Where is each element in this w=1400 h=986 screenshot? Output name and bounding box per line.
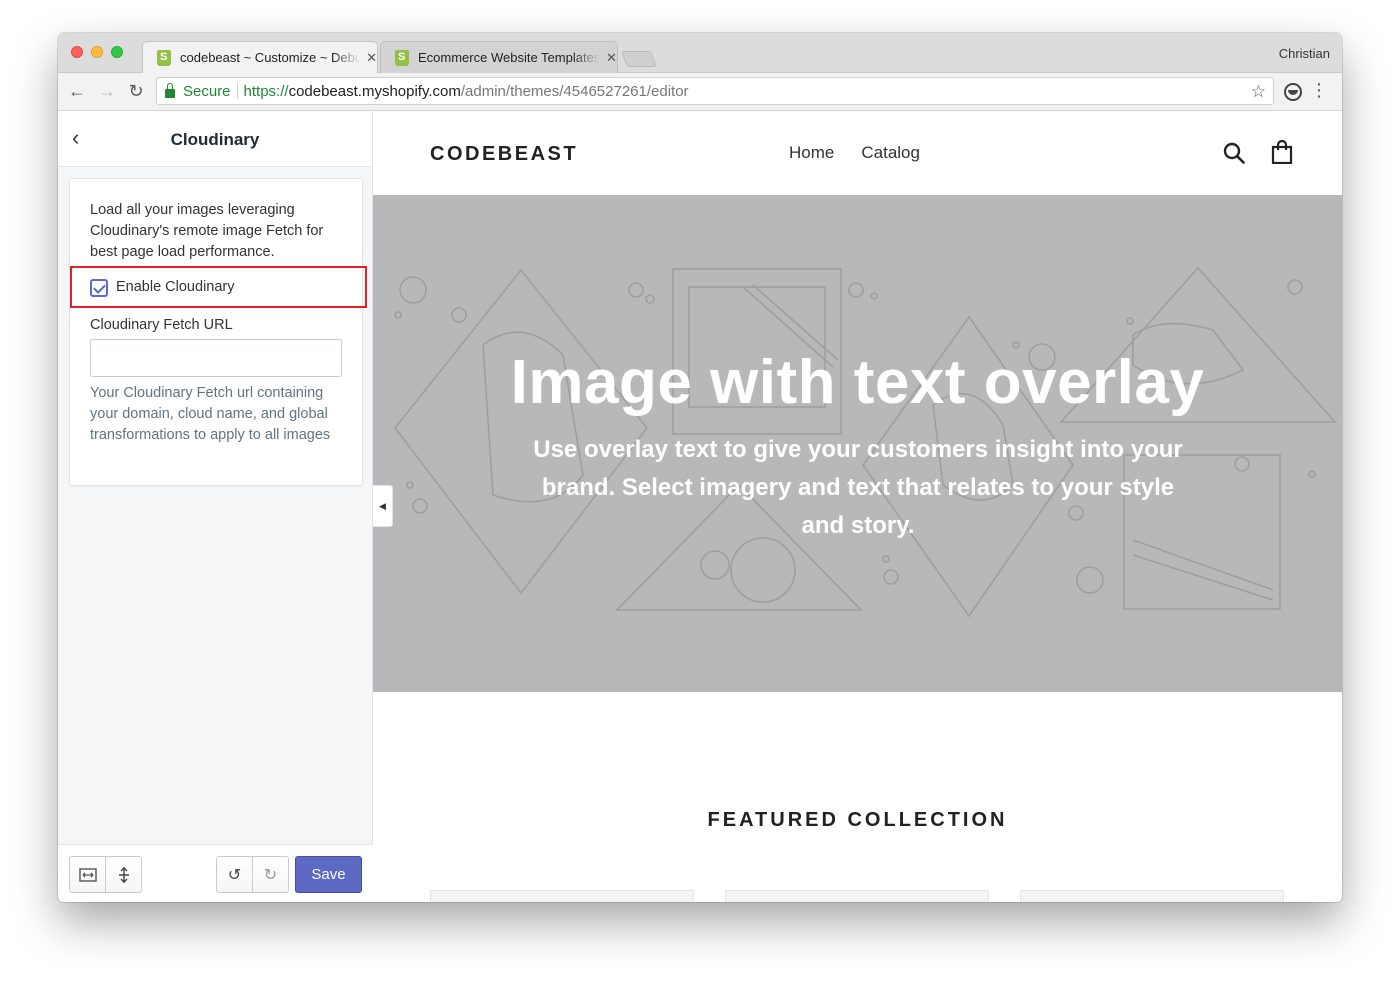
tab-close-icon[interactable]: ✕ bbox=[366, 50, 377, 66]
fetch-url-input[interactable] bbox=[90, 339, 342, 377]
store-logo[interactable]: CODEBEAST bbox=[430, 143, 578, 166]
enable-cloudinary-label[interactable]: Enable Cloudinary bbox=[116, 279, 235, 295]
shopping-bag-icon[interactable] bbox=[1271, 140, 1293, 164]
collapse-sidebar-icon[interactable]: ◀ bbox=[373, 485, 393, 527]
store-preview: CODEBEAST Home Catalog Image with text o… bbox=[373, 111, 1342, 902]
theme-editor-sidebar: ‹ Cloudinary Load all your images levera… bbox=[58, 111, 373, 902]
product-card[interactable] bbox=[1020, 890, 1284, 902]
divider bbox=[236, 83, 238, 99]
redo-icon[interactable]: ↻ bbox=[252, 856, 289, 893]
hero-subtitle: Use overlay text to give your customers … bbox=[533, 436, 1183, 539]
nav-item-catalog[interactable]: Catalog bbox=[861, 143, 920, 163]
fetch-url-help-text: Your Cloudinary Fetch url containing you… bbox=[90, 385, 331, 443]
product-card[interactable] bbox=[430, 890, 694, 902]
tab-customize[interactable]: codebeast ~ Customize ~ Debut ✕ bbox=[142, 41, 378, 73]
shopify-favicon-icon bbox=[157, 49, 171, 66]
close-window-button[interactable] bbox=[71, 46, 83, 58]
profile-name[interactable]: Christian bbox=[1279, 46, 1330, 61]
address-bar[interactable]: Secure https:// codebeast.myshopify.com … bbox=[156, 77, 1274, 105]
save-button[interactable]: Save bbox=[295, 856, 362, 893]
hero-title: Image with text overlay bbox=[510, 348, 1205, 417]
tab-close-icon[interactable]: ✕ bbox=[606, 50, 617, 66]
shopify-favicon-icon bbox=[395, 49, 409, 66]
settings-description: Load all your images leveraging Cloudina… bbox=[90, 202, 324, 260]
reload-icon[interactable]: ↻ bbox=[125, 81, 147, 101]
sidebar-footer: ↺ ↻ Save bbox=[58, 844, 373, 902]
sidebar-title: Cloudinary bbox=[170, 130, 260, 149]
inspector-icon[interactable] bbox=[105, 856, 142, 893]
bookmark-star-icon[interactable]: ☆ bbox=[1251, 82, 1266, 102]
tab-title: Ecommerce Website Templates bbox=[418, 50, 600, 65]
browser-window: codebeast ~ Customize ~ Debut ✕ Ecommerc… bbox=[58, 33, 1342, 902]
product-card[interactable] bbox=[725, 890, 989, 902]
store-header: CODEBEAST Home Catalog bbox=[373, 111, 1342, 195]
url-path: /admin/themes/4546527261/editor bbox=[460, 82, 689, 100]
tab-templates[interactable]: Ecommerce Website Templates ✕ bbox=[380, 41, 618, 73]
browser-toolbar: ← → ↻ Secure https:// codebeast.myshopif… bbox=[58, 73, 1342, 111]
undo-icon[interactable]: ↺ bbox=[216, 856, 253, 893]
url-host: codebeast.myshopify.com bbox=[288, 82, 461, 100]
browser-menu-icon[interactable]: ⋮ bbox=[1310, 81, 1328, 99]
extension-icon[interactable] bbox=[1284, 83, 1302, 101]
secure-label: Secure bbox=[183, 82, 231, 100]
nav-item-home[interactable]: Home bbox=[789, 143, 834, 163]
store-nav: Home Catalog bbox=[789, 143, 920, 163]
lock-icon bbox=[165, 82, 175, 98]
fetch-url-label: Cloudinary Fetch URL bbox=[90, 317, 233, 333]
url-scheme: https:// bbox=[243, 82, 289, 100]
new-tab-button[interactable] bbox=[621, 51, 657, 67]
tab-strip: codebeast ~ Customize ~ Debut ✕ Ecommerc… bbox=[58, 33, 1342, 73]
featured-collection-heading: FEATURED COLLECTION bbox=[707, 809, 1008, 831]
maximize-window-button[interactable] bbox=[111, 46, 123, 58]
enable-cloudinary-checkbox[interactable] bbox=[90, 279, 108, 297]
tab-title: codebeast ~ Customize ~ Debut bbox=[180, 50, 361, 65]
hero-banner[interactable]: Image with text overlay Use overlay text… bbox=[373, 195, 1342, 692]
back-arrow-icon[interactable]: ← bbox=[66, 81, 88, 101]
full-width-icon[interactable] bbox=[69, 856, 106, 893]
sidebar-header: ‹ Cloudinary bbox=[58, 111, 372, 167]
search-icon[interactable] bbox=[1223, 142, 1245, 164]
cloudinary-settings-card: Load all your images leveraging Cloudina… bbox=[69, 178, 367, 486]
forward-arrow-icon[interactable]: → bbox=[96, 81, 118, 101]
minimize-window-button[interactable] bbox=[91, 46, 103, 58]
